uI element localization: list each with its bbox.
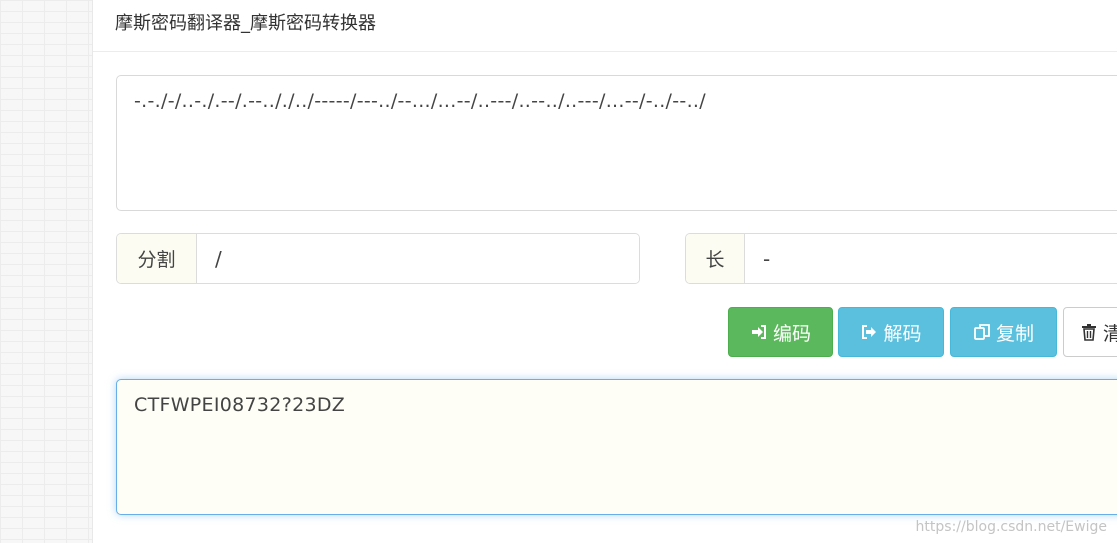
split-label: 分割 bbox=[117, 234, 197, 283]
copy-icon bbox=[974, 324, 990, 340]
long-input[interactable]: - bbox=[745, 234, 1117, 283]
decode-label: 解码 bbox=[883, 322, 922, 345]
encode-button[interactable]: 编码 bbox=[728, 307, 833, 357]
copy-button[interactable]: 复制 bbox=[950, 307, 1057, 357]
long-label: 长 bbox=[686, 234, 745, 283]
clear-button[interactable]: 清 bbox=[1063, 307, 1117, 357]
watermark: https://blog.csdn.net/Ewige bbox=[915, 519, 1107, 535]
page-title: 摩斯密码翻译器_摩斯密码转换器 bbox=[115, 13, 376, 34]
copy-label: 复制 bbox=[995, 322, 1034, 345]
decode-button[interactable]: 解码 bbox=[838, 307, 944, 357]
split-input[interactable]: / bbox=[197, 234, 639, 283]
result-output-textarea[interactable]: CTFWPEI08732?23DZ bbox=[116, 379, 1117, 515]
sign-out-icon bbox=[862, 325, 877, 339]
sign-in-icon bbox=[751, 325, 766, 339]
encode-label: 编码 bbox=[772, 322, 811, 345]
page-header: 摩斯密码翻译器_摩斯密码转换器 bbox=[93, 0, 1117, 52]
left-gutter bbox=[0, 0, 93, 543]
morse-input-textarea[interactable]: -.-./-/..-./.--/.--.././../-----/---../-… bbox=[116, 75, 1117, 211]
clear-label: 清 bbox=[1103, 322, 1117, 345]
long-input-group: 长 - bbox=[685, 233, 1117, 284]
split-input-group: 分割 / bbox=[116, 233, 640, 284]
trash-icon bbox=[1082, 324, 1096, 341]
